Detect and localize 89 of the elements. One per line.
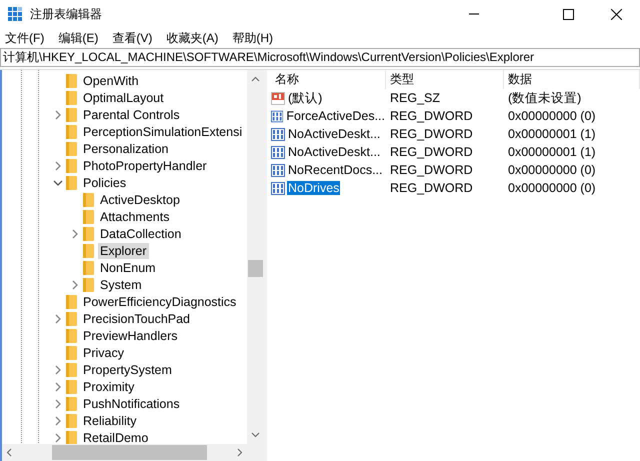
folder-icon	[66, 176, 77, 190]
value-name[interactable]: NoActiveDeskt...	[287, 127, 382, 141]
folder-icon	[66, 346, 77, 360]
tree-item[interactable]: RetailDemo	[81, 430, 150, 444]
tree-item[interactable]: Personalization	[81, 140, 170, 156]
value-name[interactable]: NoRecentDocs...	[287, 163, 384, 177]
tree-item[interactable]: Explorer	[98, 242, 149, 258]
value-type: REG_DWORD	[389, 127, 474, 141]
value-type: REG_DWORD	[389, 109, 474, 123]
value-data: 0x00000000 (0)	[507, 163, 597, 177]
column-header[interactable]: 数据	[504, 70, 640, 89]
value-name[interactable]: NoActiveDeskt...	[287, 145, 382, 159]
folder-icon	[66, 90, 77, 104]
value-type: REG_SZ	[389, 91, 442, 105]
tree-item[interactable]: ActiveDesktop	[98, 192, 182, 208]
value-name[interactable]: (默认)	[287, 90, 324, 106]
folder-icon	[66, 108, 77, 122]
horizontal-scrollbar[interactable]	[2, 444, 247, 461]
app-icon	[8, 7, 22, 21]
scroll-down-icon[interactable]	[251, 432, 260, 438]
scroll-up-icon[interactable]	[251, 76, 260, 82]
column-header[interactable]: 名称	[271, 70, 386, 89]
folder-icon	[66, 328, 77, 342]
value-data: 0x00000001 (1)	[507, 127, 597, 141]
folder-icon	[66, 158, 77, 172]
window-title: 注册表编辑器	[30, 6, 103, 22]
folder-icon	[83, 244, 94, 258]
tree-item[interactable]: Policies	[81, 174, 128, 190]
scroll-right-icon[interactable]	[237, 448, 243, 457]
column-header[interactable]: 类型	[386, 70, 504, 89]
tree-item[interactable]: Proximity	[81, 378, 136, 394]
tree-item[interactable]: DataCollection	[98, 226, 184, 242]
value-name[interactable]: NoDrives	[287, 181, 340, 195]
value-name[interactable]: ForceActiveDes...	[285, 109, 386, 123]
folder-icon	[83, 260, 94, 274]
folder-icon	[66, 430, 77, 444]
tree-item[interactable]: OptimalLayout	[81, 90, 166, 106]
value-data: (数值未设置)	[507, 90, 582, 106]
tree-item[interactable]: Parental Controls	[81, 106, 182, 122]
tree-item[interactable]: PropertySystem	[81, 362, 174, 378]
value-type: REG_DWORD	[389, 145, 474, 159]
folder-icon	[66, 74, 77, 88]
folder-icon	[66, 380, 77, 394]
value-data: 0x00000000 (0)	[507, 109, 597, 123]
folder-icon	[66, 362, 77, 376]
address-field[interactable]: 计算机\HKEY_LOCAL_MACHINE\SOFTWARE\Microsoft\Windows\CurrentVersion\Policies\Explorer	[0, 48, 640, 67]
folder-icon	[83, 278, 94, 292]
binary-value-icon	[271, 110, 284, 122]
binary-value-icon	[271, 164, 285, 176]
folder-icon	[66, 312, 77, 326]
folder-icon	[66, 142, 77, 156]
folder-icon	[83, 210, 94, 224]
tree-item[interactable]: Attachments	[98, 208, 172, 224]
folder-icon	[83, 226, 94, 240]
menu-item[interactable]: 收藏夹(A)	[165, 30, 220, 46]
folder-icon	[66, 124, 77, 138]
folder-icon	[66, 294, 77, 308]
tree-item[interactable]: PrecisionTouchPad	[81, 310, 192, 326]
string-value-icon	[271, 92, 285, 104]
menu-item[interactable]: 查看(V)	[111, 30, 154, 46]
tree-item[interactable]: NonEnum	[98, 260, 158, 276]
value-type: REG_DWORD	[389, 163, 474, 177]
scroll-left-icon[interactable]	[6, 448, 12, 457]
value-data: 0x00000000 (0)	[507, 181, 597, 195]
tree-item[interactable]: PerceptionSimulationExtensi	[81, 124, 244, 140]
binary-value-icon	[271, 128, 285, 140]
menu-item[interactable]: 编辑(E)	[57, 30, 100, 46]
menu-item[interactable]: 文件(F)	[4, 30, 46, 46]
folder-icon	[66, 396, 77, 410]
tree-item[interactable]: OpenWith	[81, 72, 141, 88]
close-icon[interactable]	[610, 8, 622, 20]
tree-item[interactable]: PreviewHandlers	[81, 328, 180, 344]
scrollbar-thumb[interactable]	[52, 445, 207, 460]
tree-item[interactable]: System	[98, 276, 144, 292]
menu-item[interactable]: 帮助(H)	[231, 30, 274, 46]
tree-item[interactable]: Privacy	[81, 344, 126, 360]
vertical-scrollbar[interactable]	[247, 70, 264, 444]
binary-value-icon	[271, 182, 285, 194]
scrollbar-thumb[interactable]	[248, 260, 263, 277]
value-type: REG_DWORD	[389, 181, 474, 195]
folder-icon	[83, 192, 94, 206]
binary-value-icon	[271, 146, 285, 158]
maximize-icon[interactable]	[562, 8, 574, 20]
tree-item[interactable]: Reliability	[81, 412, 138, 428]
tree-item[interactable]: PowerEfficiencyDiagnostics	[81, 294, 238, 310]
tree-item[interactable]: PhotoPropertyHandler	[81, 158, 209, 174]
folder-icon	[66, 414, 77, 428]
tree-item[interactable]: PushNotifications	[81, 396, 182, 412]
value-data: 0x00000001 (1)	[507, 145, 597, 159]
